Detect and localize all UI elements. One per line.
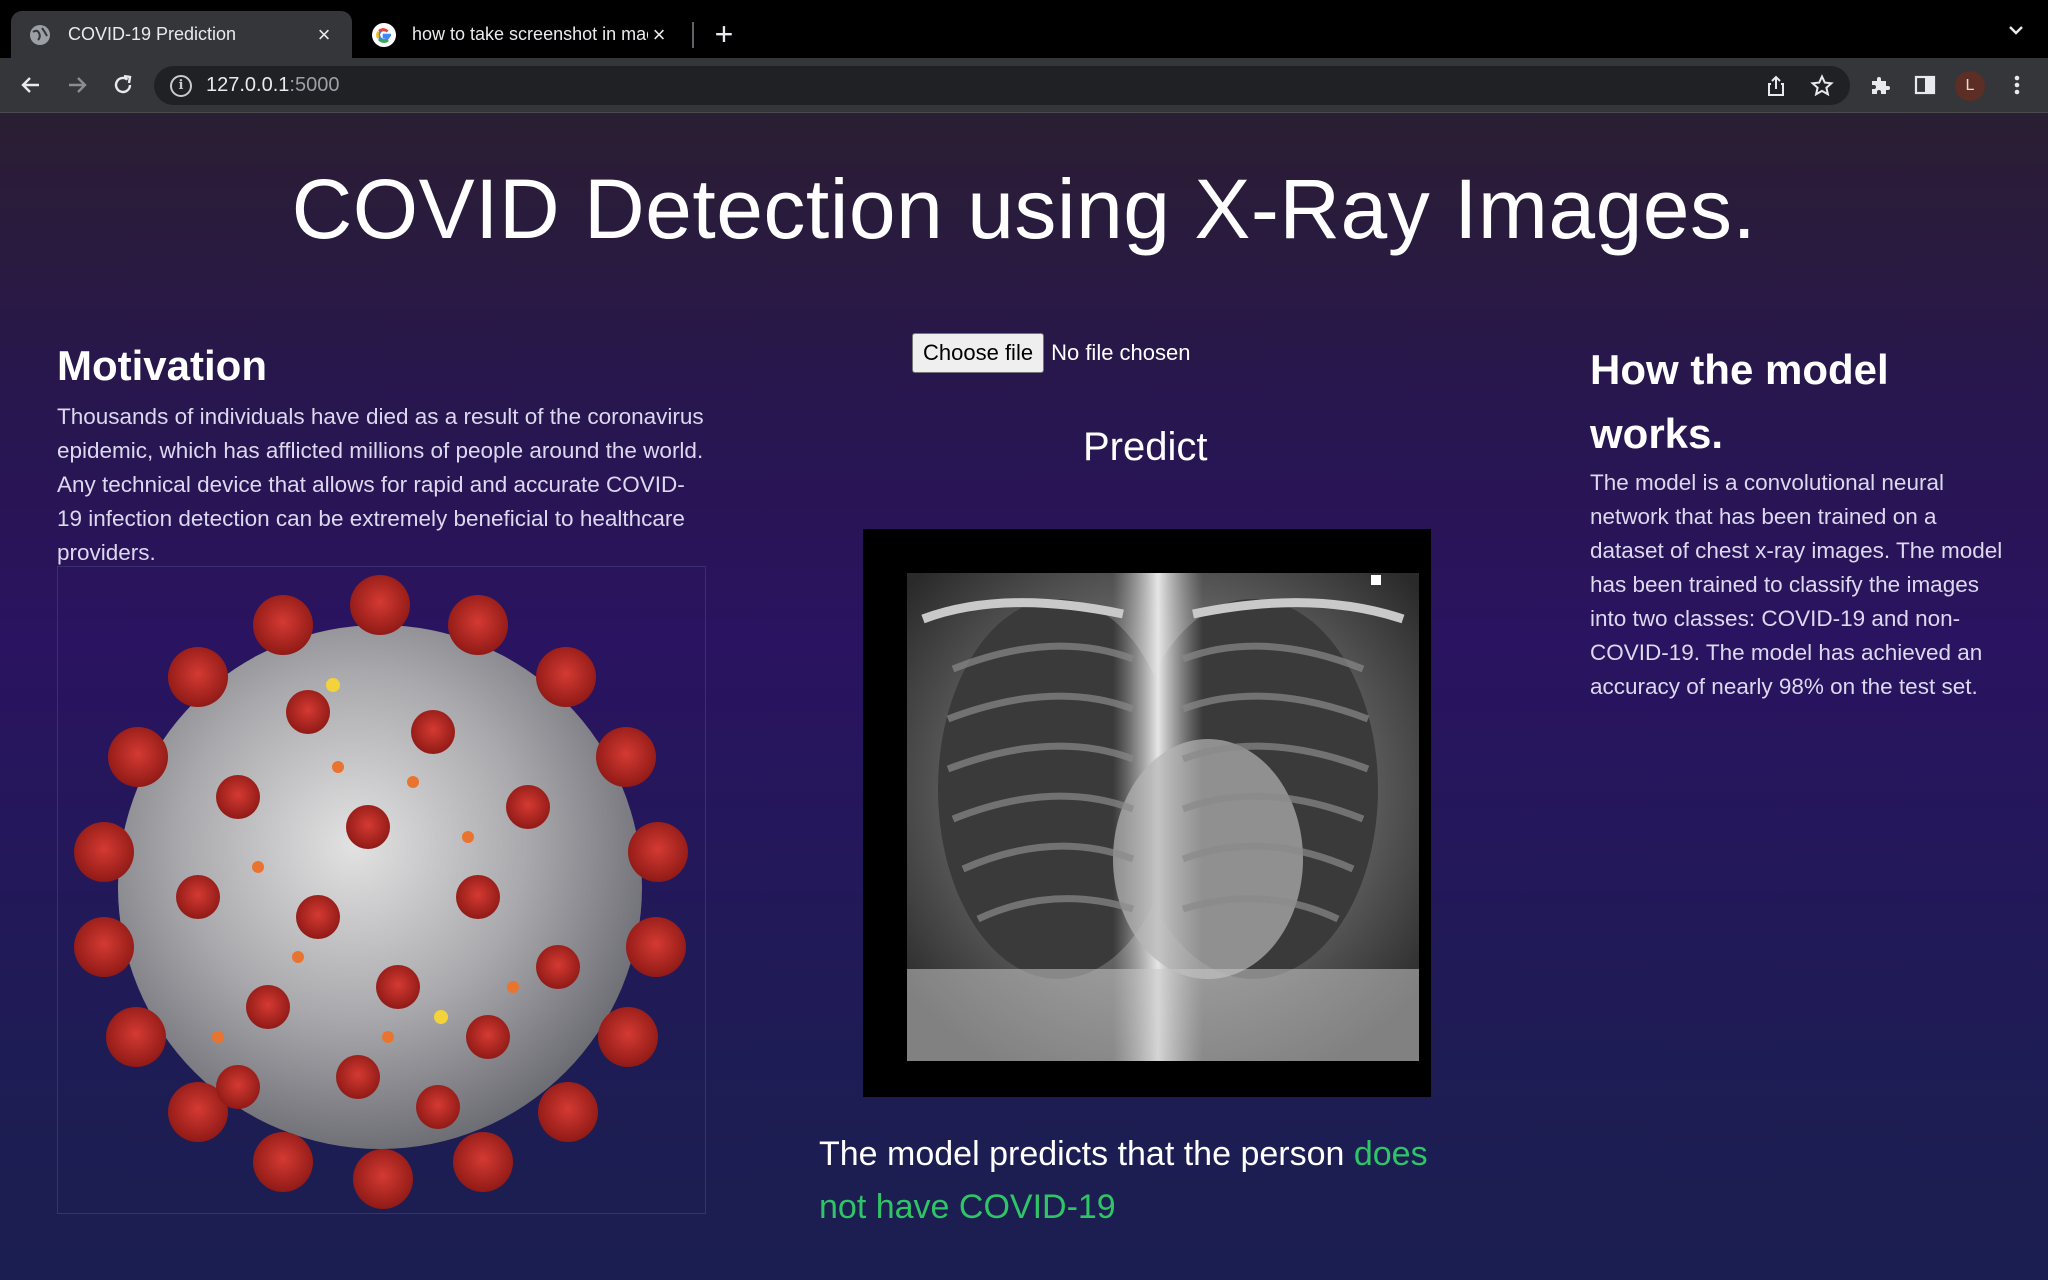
model-heading: How the model works. — [1590, 346, 1889, 457]
prediction-result: The model predicts that the person does … — [819, 1128, 1479, 1234]
file-upload: Choose file No file chosen — [912, 333, 1191, 373]
new-tab-icon[interactable]: + — [708, 18, 740, 50]
google-icon — [372, 22, 396, 47]
forward-icon[interactable] — [60, 68, 94, 102]
choose-file-button[interactable]: Choose file — [912, 333, 1045, 373]
globe-icon — [28, 23, 52, 47]
url-port: :5000 — [289, 74, 340, 96]
result-prefix: The model predicts that the person — [819, 1135, 1354, 1173]
tab-divider — [692, 22, 694, 48]
browser-tab-bar: COVID-19 Prediction × how to take screen… — [0, 0, 2048, 58]
browser-toolbar: i 127.0.0.1:5000 L — [0, 58, 2048, 113]
address-bar[interactable]: i 127.0.0.1:5000 — [154, 66, 1850, 105]
tab-title: how to take screenshot in mac — [412, 24, 648, 44]
close-tab-icon[interactable]: × — [648, 22, 670, 47]
web-page: COVID Detection using X-Ray Images. Moti… — [0, 113, 2048, 1280]
model-text: The model is a convolutional neural netw… — [1590, 470, 2003, 699]
kebab-menu-icon[interactable] — [2000, 68, 2034, 102]
coronavirus-image — [57, 566, 706, 1214]
motivation-heading: Motivation — [57, 342, 267, 389]
share-icon[interactable] — [1762, 72, 1790, 100]
motivation-text: Thousands of individuals have died as a … — [57, 404, 704, 565]
site-info-icon[interactable]: i — [170, 74, 192, 97]
motivation-section: Motivation Thousands of individuals have… — [57, 338, 707, 570]
bookmark-star-icon[interactable] — [1808, 72, 1836, 100]
model-info-section: How the model works. The model is a conv… — [1590, 338, 2010, 704]
back-icon[interactable] — [14, 68, 48, 102]
url-host: 127.0.0.1 — [206, 74, 290, 96]
close-tab-icon[interactable]: × — [313, 22, 335, 47]
side-panel-icon[interactable] — [1908, 68, 1942, 102]
page-title: COVID Detection using X-Ray Images. — [291, 162, 1757, 256]
profile-avatar[interactable]: L — [1955, 71, 1985, 101]
tab-google-search[interactable]: how to take screenshot in mac × — [356, 11, 686, 58]
chevron-down-icon[interactable] — [2002, 20, 2030, 48]
file-status: No file chosen — [1051, 340, 1191, 365]
tab-title: COVID-19 Prediction — [68, 24, 237, 44]
chest-xray-image — [863, 529, 1431, 1097]
predict-button[interactable]: Predict — [1083, 425, 1208, 470]
reload-icon[interactable] — [106, 68, 140, 102]
tab-covid-prediction[interactable]: COVID-19 Prediction × — [11, 11, 352, 58]
extensions-puzzle-icon[interactable] — [1863, 68, 1897, 102]
